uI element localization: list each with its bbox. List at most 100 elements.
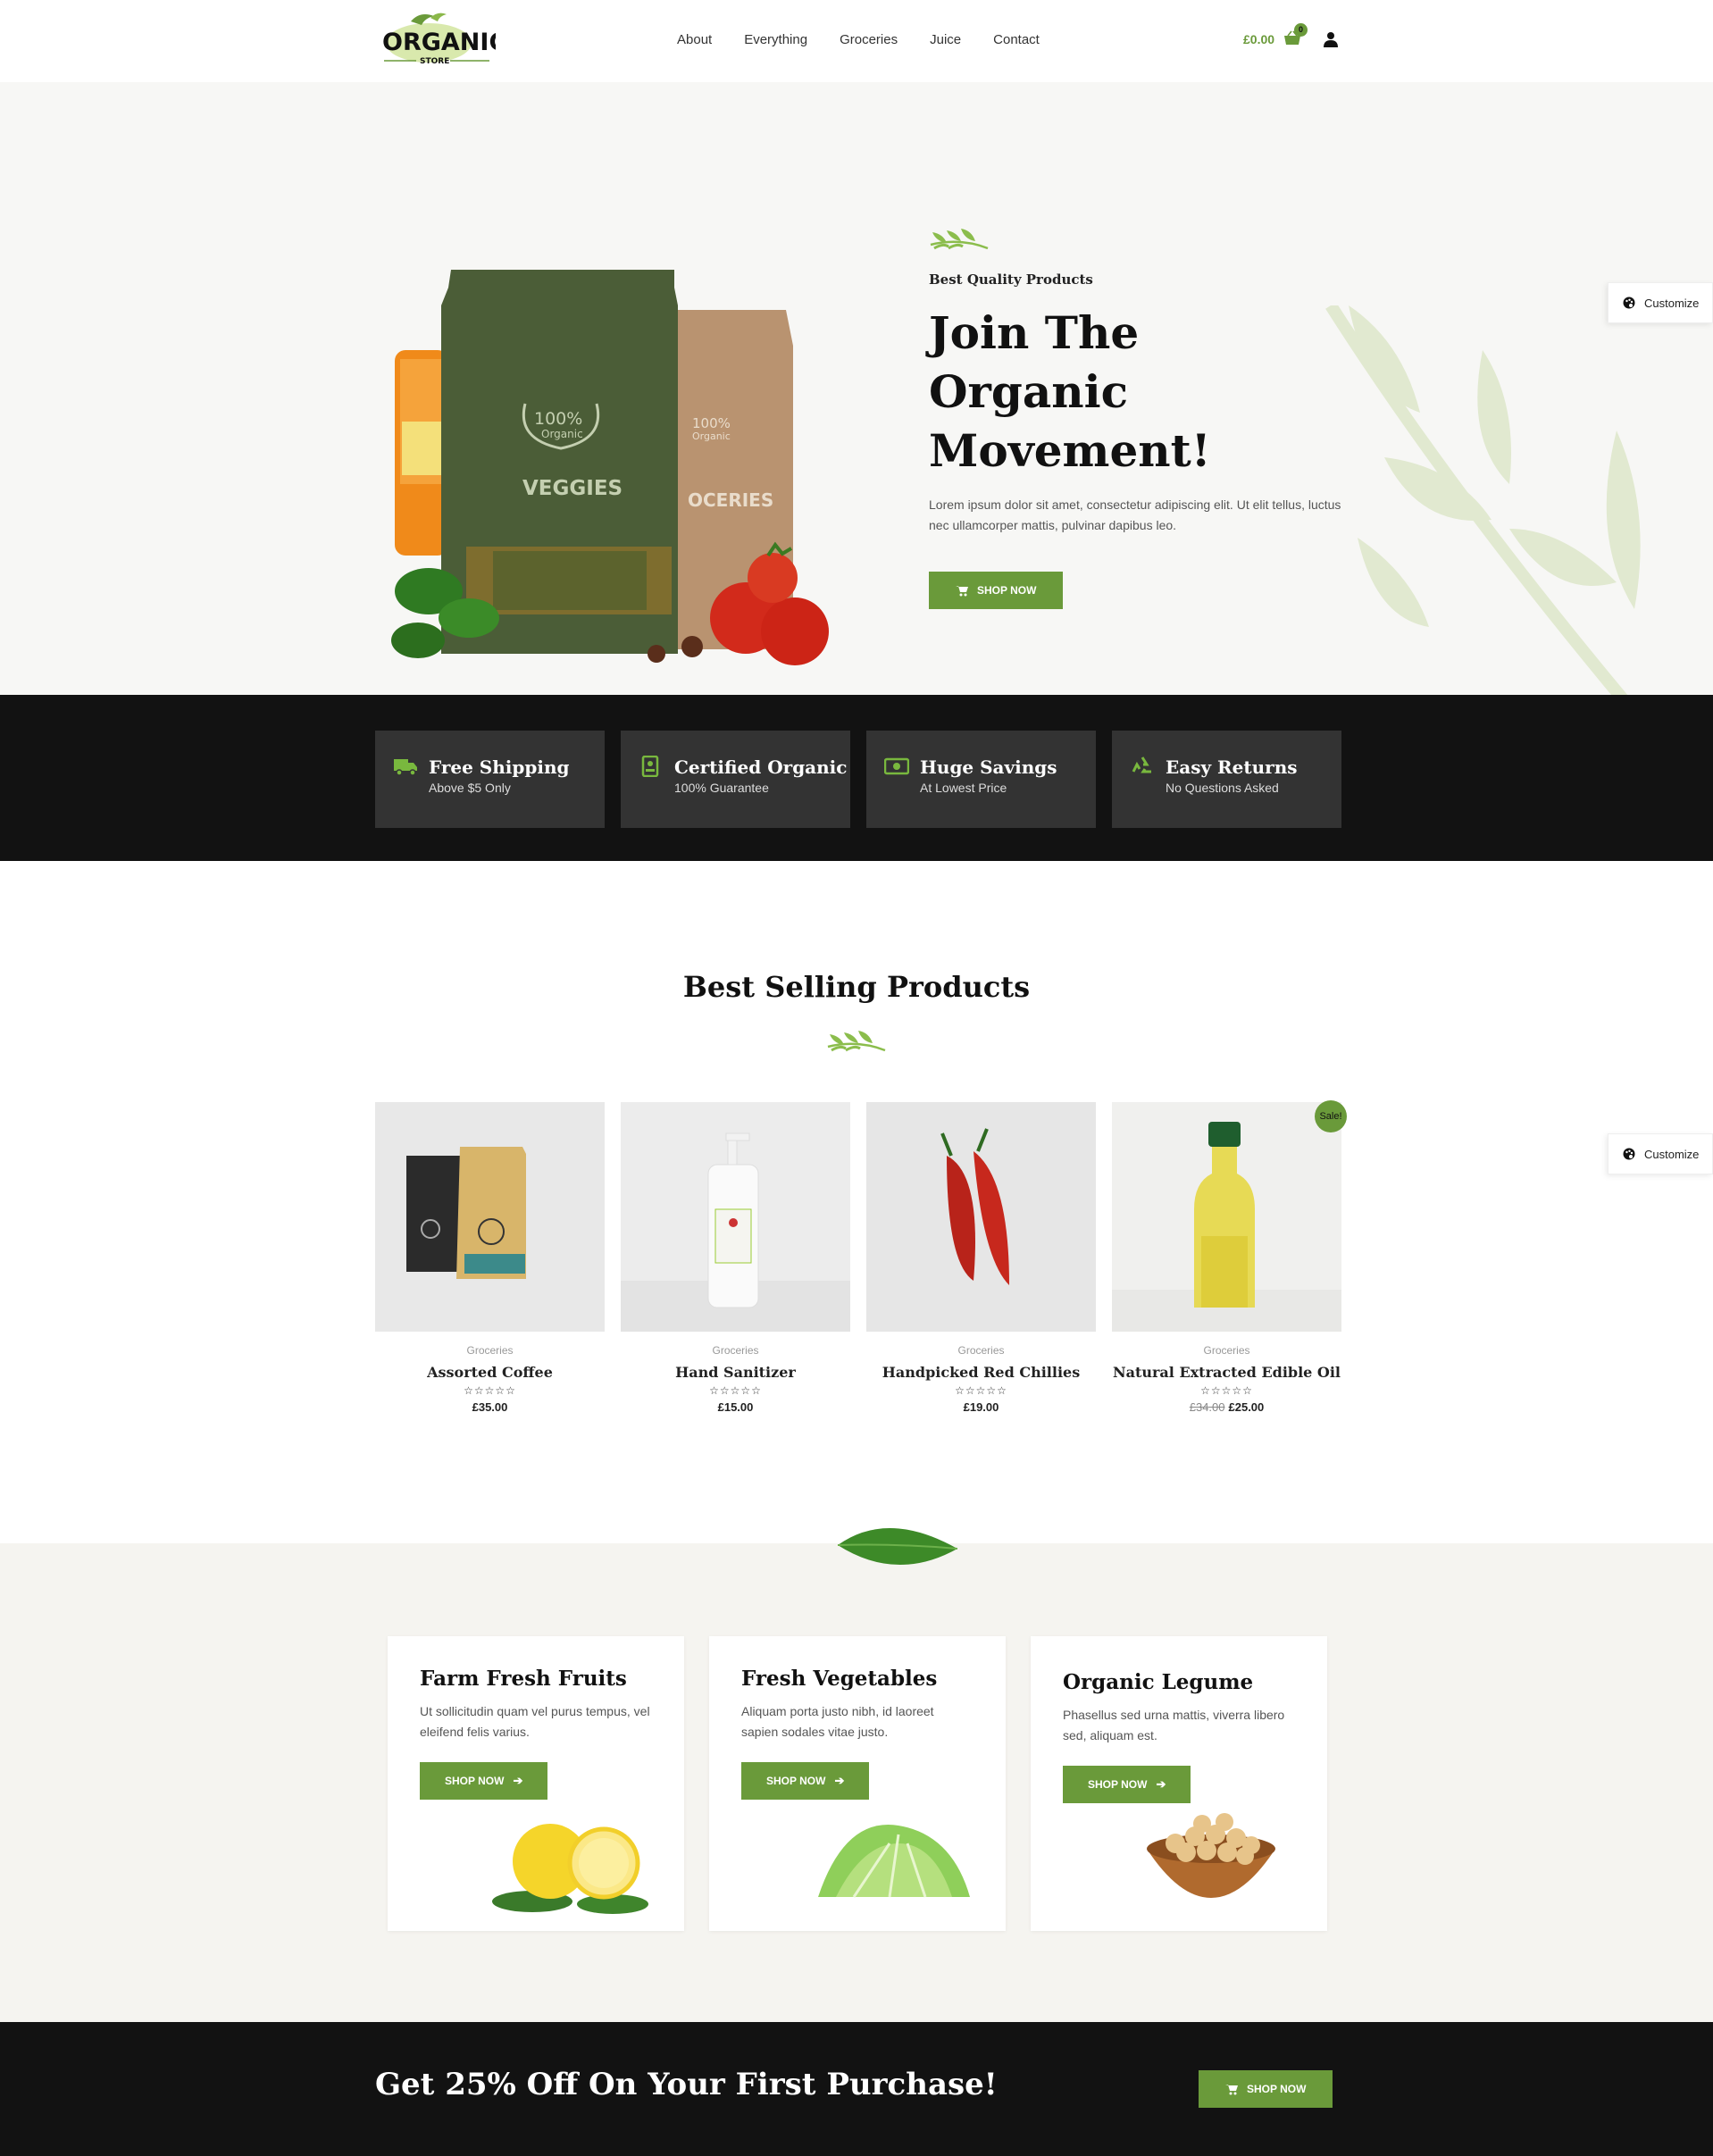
hero-eyebrow: Best Quality Products — [929, 272, 1093, 288]
nav-everything[interactable]: Everything — [744, 32, 807, 47]
sale-badge: Sale! — [1315, 1100, 1347, 1132]
category-title: Organic Legume — [1063, 1670, 1254, 1694]
product-image-sanitizer[interactable] — [621, 1102, 850, 1332]
arrow-right-icon: ➔ — [513, 1774, 523, 1787]
product-name[interactable]: Natural Extracted Edible Oil — [1112, 1364, 1341, 1381]
svg-text:ORGANIC: ORGANIC — [382, 29, 496, 56]
product-name[interactable]: Handpicked Red Chillies — [866, 1364, 1096, 1381]
leaf-sprig-icon — [827, 1031, 886, 1052]
palette-icon — [1623, 297, 1635, 309]
nav-contact[interactable]: Contact — [993, 32, 1040, 47]
cart-icon — [956, 585, 968, 596]
product-card[interactable]: Groceries Handpicked Red Chillies ☆☆☆☆☆ … — [866, 1102, 1096, 1414]
feature-title: Huge Savings — [920, 756, 1057, 778]
promo-shop-now-button[interactable]: SHOP NOW — [1199, 2070, 1333, 2108]
organic-store-logo[interactable]: ORGANIC STORE — [375, 9, 496, 68]
basket-icon[interactable]: 0 — [1283, 23, 1308, 48]
user-account-icon[interactable] — [1324, 31, 1338, 47]
best-selling-title: Best Selling Products — [682, 970, 1031, 1004]
promo-title: Get 25% Off On Your First Purchase! — [375, 2067, 998, 2102]
customize-tab[interactable]: Customize — [1608, 282, 1713, 323]
main-nav: About Everything Groceries Juice Contact — [677, 32, 1072, 47]
product-grid: Groceries Assorted Coffee ☆☆☆☆☆ £35.00 G… — [375, 1100, 1347, 1414]
cart-count-badge: 0 — [1294, 23, 1308, 37]
feature-huge-savings: Huge Savings At Lowest Price — [866, 731, 1096, 828]
nav-groceries[interactable]: Groceries — [840, 32, 898, 47]
category-card-vegetables: Fresh Vegetables Aliquam porta justo nib… — [709, 1636, 1006, 1931]
product-card[interactable]: Sale! Groceries Natural Extracted Edible… — [1112, 1100, 1347, 1414]
product-category[interactable]: Groceries — [1112, 1344, 1341, 1357]
feature-subtitle: No Questions Asked — [1166, 781, 1279, 795]
star-rating: ☆☆☆☆☆ — [955, 1384, 1007, 1397]
product-category[interactable]: Groceries — [375, 1344, 605, 1357]
nav-juice[interactable]: Juice — [930, 32, 961, 47]
product-price: £19.00 — [963, 1400, 999, 1414]
recycle-icon — [1132, 756, 1151, 773]
truck-icon — [394, 759, 417, 776]
svg-text:100%: 100% — [692, 415, 731, 431]
arrow-right-icon: ➔ — [834, 1774, 845, 1787]
hero-text-block: Best Quality Products Join The Organic M… — [929, 225, 1349, 609]
lettuce-image — [818, 1825, 970, 1898]
category-card-legume: Organic Legume Phasellus sed urna mattis… — [1031, 1636, 1327, 1931]
cart-widget[interactable]: £0.00 0 — [1243, 23, 1308, 48]
lemons-image — [492, 1824, 648, 1914]
svg-text:OCERIES: OCERIES — [688, 489, 773, 511]
feature-title: Free Shipping — [429, 756, 570, 778]
feature-subtitle: 100% Guarantee — [674, 781, 769, 795]
hero-title: Join The Organic Movement! — [929, 306, 1211, 477]
svg-text:VEGGIES: VEGGIES — [522, 477, 623, 500]
category-title: Fresh Vegetables — [741, 1667, 938, 1691]
product-price: £15.00 — [717, 1400, 754, 1414]
cart-total[interactable]: £0.00 — [1243, 32, 1274, 46]
category-description: Aliquam porta justo nibh, id laoreet sap… — [741, 1704, 934, 1739]
arrow-right-icon: ➔ — [1156, 1777, 1166, 1791]
feature-subtitle: Above $5 Only — [429, 781, 511, 795]
svg-text:Organic: Organic — [692, 430, 731, 442]
feature-easy-returns: Easy Returns No Questions Asked — [1112, 731, 1341, 828]
feature-free-shipping: Free Shipping Above $5 Only — [375, 731, 605, 828]
product-category[interactable]: Groceries — [866, 1344, 1096, 1357]
leaf-sprig-icon — [930, 229, 989, 250]
category-description: Ut sollicitudin quam vel purus tempus, v… — [420, 1704, 650, 1739]
hero-section: 100% Organic OCERIES 100% Organic VEGGIE… — [0, 82, 1713, 695]
product-price: £34.00 £25.00 — [1189, 1400, 1265, 1414]
promo-shop-now-label: SHOP NOW — [1247, 2083, 1307, 2095]
palette-icon — [1623, 1148, 1635, 1160]
category-title: Farm Fresh Fruits — [420, 1667, 627, 1691]
hero-description: Lorem ipsum dolor sit amet, consectetur … — [929, 497, 1341, 532]
product-price: £35.00 — [472, 1400, 508, 1414]
features-strip: Free Shipping Above $5 Only Certified Org… — [0, 695, 1713, 861]
category-shop-now-button[interactable]: SHOP NOW ➔ — [1063, 1766, 1191, 1803]
product-name[interactable]: Hand Sanitizer — [621, 1364, 850, 1381]
product-image-coffee[interactable] — [375, 1102, 605, 1332]
product-image-chillies[interactable] — [866, 1102, 1096, 1332]
svg-text:STORE: STORE — [420, 57, 449, 66]
certificate-icon — [641, 756, 659, 777]
cart-icon — [1225, 2084, 1238, 2094]
product-image-oil[interactable] — [1112, 1102, 1341, 1332]
category-card-fruits: Farm Fresh Fruits Ut sollicitudin quam v… — [388, 1636, 684, 1931]
category-shop-now-button[interactable]: SHOP NOW ➔ — [420, 1762, 548, 1800]
category-shop-now-button[interactable]: SHOP NOW ➔ — [741, 1762, 870, 1800]
old-price: £34.00 — [1189, 1400, 1225, 1414]
nav-about[interactable]: About — [677, 32, 712, 47]
product-name[interactable]: Assorted Coffee — [375, 1364, 605, 1381]
promo-banner: Get 25% Off On Your First Purchase! SHOP… — [0, 2022, 1713, 2156]
category-description: Phasellus sed urna mattis, viverra liber… — [1063, 1708, 1285, 1742]
site-header: ORGANIC STORE About Everything Groceries… — [0, 0, 1713, 82]
category-cards: Farm Fresh Fruits Ut sollicitudin quam v… — [388, 1636, 1327, 1931]
feature-title: Easy Returns — [1166, 756, 1298, 778]
product-category[interactable]: Groceries — [621, 1344, 850, 1357]
hero-product-image: 100% Organic OCERIES 100% Organic VEGGIE… — [391, 270, 829, 665]
money-icon — [884, 757, 909, 775]
basil-leaf-image — [837, 1527, 958, 1566]
product-card[interactable]: Groceries Hand Sanitizer ☆☆☆☆☆ £15.00 — [621, 1102, 850, 1414]
svg-text:Organic: Organic — [541, 428, 583, 440]
hero-shop-now-button[interactable]: SHOP NOW — [929, 572, 1064, 609]
customize-label: Customize — [1644, 296, 1700, 310]
customize-tab[interactable]: Customize — [1608, 1133, 1713, 1174]
hero-shop-now-label: SHOP NOW — [977, 584, 1037, 597]
product-card[interactable]: Groceries Assorted Coffee ☆☆☆☆☆ £35.00 — [375, 1102, 605, 1414]
feature-title: Certified Organic — [674, 756, 848, 778]
